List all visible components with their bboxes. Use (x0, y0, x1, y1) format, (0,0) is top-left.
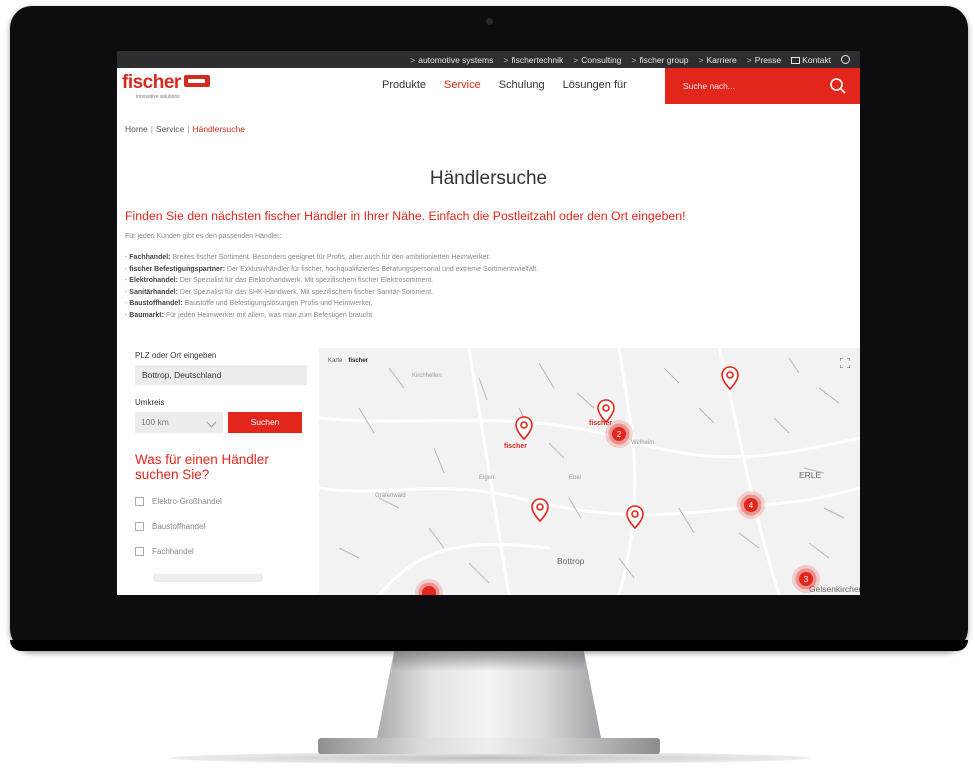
map-label-welheim: Welheim (631, 440, 655, 446)
svg-text:3: 3 (804, 575, 809, 584)
map-pin-icon[interactable] (531, 498, 549, 522)
filter-option-faded (153, 574, 263, 582)
map-cluster-icon[interactable]: 3 (791, 564, 821, 594)
map-label-bottrop: Bottrop (557, 556, 585, 566)
map-cluster-icon[interactable]: 4 (736, 490, 766, 520)
search-button[interactable]: Suchen (228, 412, 302, 433)
nav-schulung[interactable]: Schulung (499, 79, 545, 91)
monitor-photo: > automotive systems > fischertechnik > Con… (0, 0, 975, 771)
topbar-link-presse[interactable]: > Presse (747, 55, 781, 65)
map-pin-icon[interactable] (721, 366, 739, 390)
umkreis-label: Umkreis (135, 398, 165, 407)
monitor-stand-foot (318, 738, 660, 754)
dealer-type-item: - Baumarkt: Für jeden Heimwerker mit all… (125, 311, 374, 319)
map-tab-karte[interactable]: Karte (328, 358, 342, 364)
mail-icon (791, 56, 801, 64)
search-icon[interactable] (828, 76, 848, 96)
monitor-stand-shadow (391, 651, 587, 671)
umkreis-select[interactable]: 100 km (135, 412, 223, 433)
filter-title: Was für einen Händler suchen Sie? (135, 452, 269, 482)
checkbox[interactable] (135, 546, 144, 556)
plz-input[interactable] (135, 365, 307, 385)
main-header: fischer innovative solutions Produkte Se… (117, 68, 860, 105)
dealer-types-list: - Fachhandel: Breites fischer Sortiment.… (125, 252, 538, 321)
map-label-ebel: Ebel (569, 475, 582, 481)
filter-option[interactable]: Baustoffhandel (135, 520, 205, 532)
screen: > automotive systems > fischertechnik > Con… (117, 51, 860, 595)
camera-icon (486, 18, 493, 25)
topbar-link-fischertechnik[interactable]: > fischertechnik (503, 55, 563, 65)
intro-text: Für jeden Kunden gibt es den passenden H… (125, 233, 282, 240)
dealer-type-item: - Elektrohandel: Der Spezialist für das … (125, 277, 434, 284)
breadcrumb-current: Händlersuche (192, 124, 245, 134)
breadcrumb: Home | Service | Händlersuche (125, 124, 245, 134)
logo-mark-icon (183, 75, 210, 87)
page-title: Händlersuche (429, 168, 548, 189)
nav-service[interactable]: Service (444, 79, 481, 91)
lead-text: Finden Sie den nächsten fischer Händler … (125, 209, 686, 223)
monitor-chin (10, 640, 968, 651)
svg-text:4: 4 (749, 501, 754, 510)
dealer-type-item: - fischer Befestigungspartner: Der Exklu… (125, 265, 539, 273)
topbar-link-consulting[interactable]: > Consulting (573, 55, 621, 65)
map-tabs: Karte fischer (328, 358, 368, 364)
breadcrumb-home[interactable]: Home (125, 124, 148, 134)
dealer-type-item: - Sanitärhandel: Der Spezialist für das … (125, 288, 434, 296)
globe-icon[interactable] (841, 55, 850, 64)
plz-label: PLZ oder Ort eingeben (135, 351, 217, 360)
nav-produkte[interactable]: Produkte (382, 79, 426, 91)
topbar-link-kontakt[interactable]: Kontakt (791, 55, 831, 65)
map-label-grafenwald: Grafenwald (375, 493, 406, 499)
map-label-erle: ERLE (799, 470, 822, 480)
nav-loesungen[interactable]: Lösungen für (563, 79, 627, 91)
fullscreen-icon[interactable] (840, 358, 850, 368)
map-cluster-icon[interactable] (414, 578, 444, 595)
map-pin-icon[interactable] (626, 505, 644, 529)
map-dealer-logo: fischer (504, 443, 527, 450)
map-label-eigen: Eigen (479, 475, 495, 481)
map-tab-fischer[interactable]: fischer (348, 358, 368, 364)
dealer-map[interactable]: Karte fischer Kirchhellen Eigen Grafenwa… (319, 348, 860, 595)
top-bar: > automotive systems > fischertechnik > Con… (117, 51, 860, 68)
topbar-link-karriere[interactable]: > Karriere (699, 55, 737, 65)
search-box (665, 68, 860, 104)
filter-option[interactable]: Elektro-Großhandel (135, 495, 222, 507)
filter-option[interactable]: Fachhandel (135, 545, 194, 557)
search-input[interactable] (683, 79, 823, 93)
map-roads (319, 348, 860, 595)
checkbox[interactable] (135, 496, 144, 506)
map-cluster-icon[interactable]: 2 (604, 419, 634, 449)
topbar-link-group[interactable]: > fischer group (631, 55, 688, 65)
checkbox[interactable] (135, 521, 144, 531)
map-pin-icon[interactable] (515, 416, 533, 440)
fischer-logo[interactable]: fischer innovative solutions (122, 72, 210, 100)
main-nav: Produkte Service Schulung Lösungen für (382, 79, 627, 91)
chevron-down-icon (206, 417, 217, 428)
map-label-kirchhellen: Kirchhellen (412, 373, 442, 379)
topbar-link-automotive[interactable]: > automotive systems (410, 55, 493, 65)
svg-text:2: 2 (617, 430, 622, 439)
dealer-type-item: - Fachhandel: Breites fischer Sortiment.… (125, 254, 491, 261)
breadcrumb-service[interactable]: Service (156, 124, 184, 134)
dealer-type-item: - Baustoffhandel: Baustoffe und Befestig… (125, 300, 373, 307)
